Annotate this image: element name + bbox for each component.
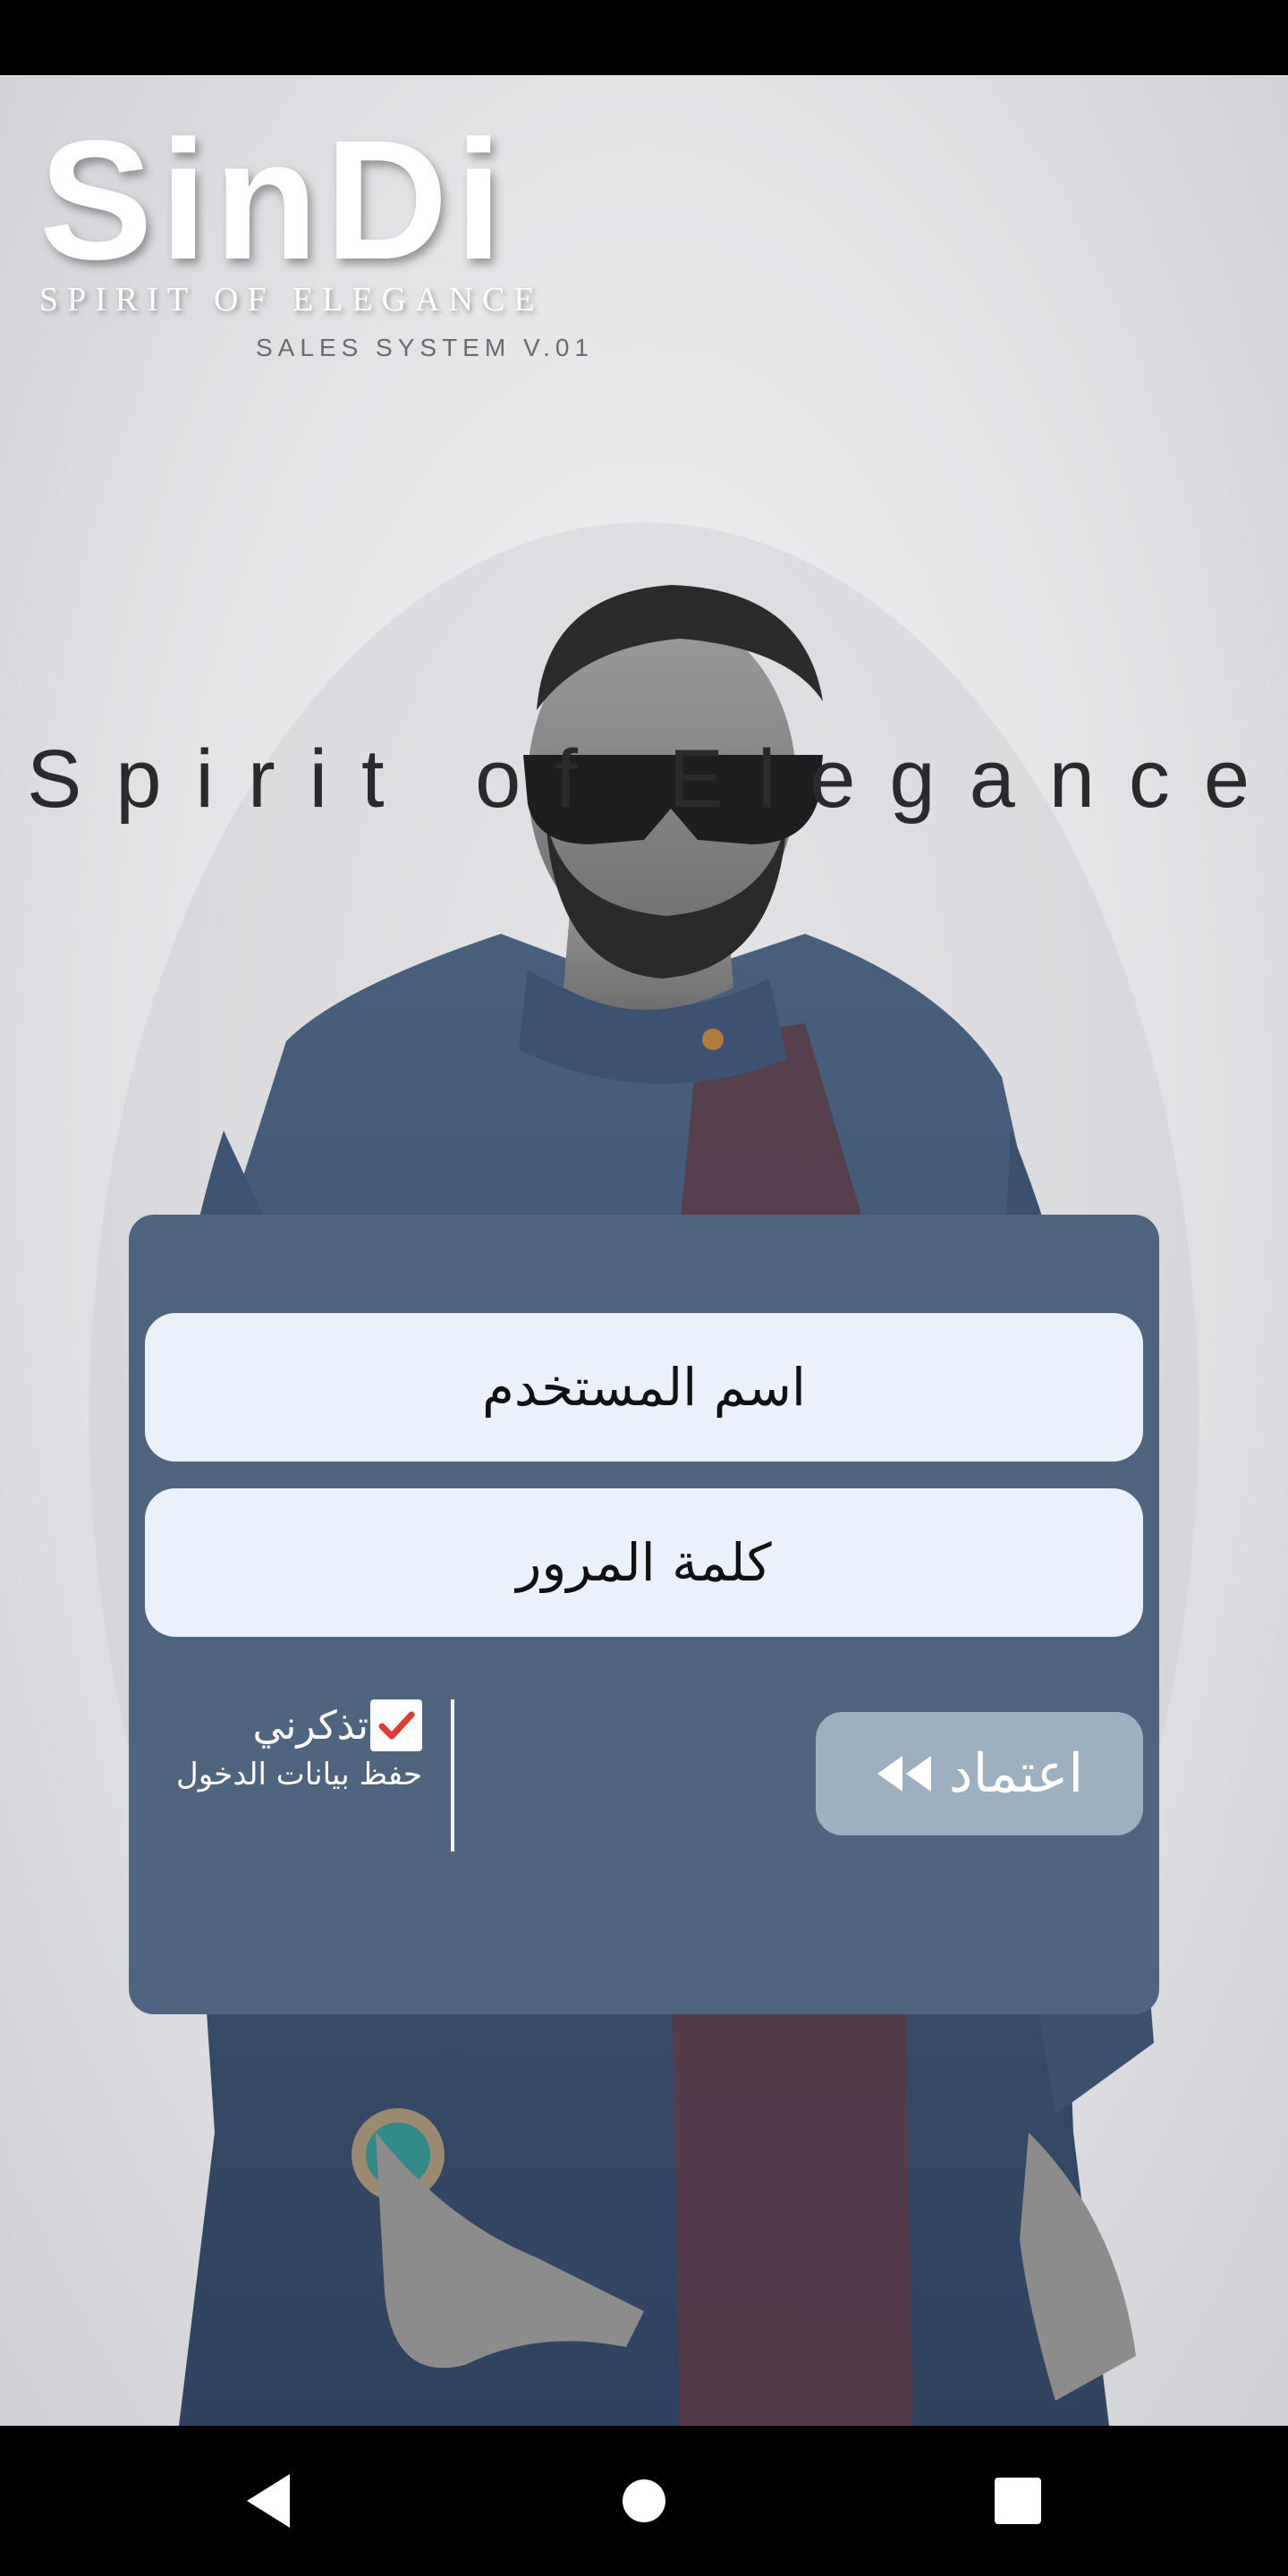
remember-me[interactable]: تذكرني حفظ بيانات الدخول [145, 1699, 454, 1852]
app-version: SALES SYSTEM V.01 [256, 334, 594, 361]
username-field[interactable] [145, 1312, 1143, 1462]
home-circle-icon[interactable] [608, 2465, 680, 2537]
recents-square-icon[interactable] [982, 2465, 1054, 2537]
double-chevron-left-icon [877, 1756, 931, 1792]
checkmark-icon [378, 1711, 415, 1740]
password-input[interactable] [145, 1487, 1143, 1638]
brand-logo: SinDi SPIRIT OF ELEGANCE SALES SYSTEM V.… [39, 106, 612, 362]
divider [451, 1699, 454, 1852]
status-bar [0, 0, 1288, 75]
login-button-label: اعتماد [948, 1742, 1084, 1805]
password-field[interactable] [145, 1487, 1143, 1638]
login-screen: SinDi SPIRIT OF ELEGANCE SALES SYSTEM V.… [0, 75, 1288, 2426]
login-card: تذكرني حفظ بيانات الدخول اعتماد [129, 1215, 1159, 2014]
slogan-text: Spirit of Elegance [27, 733, 1284, 825]
system-nav-bar [0, 2426, 1288, 2576]
logo-tagline: SPIRIT OF ELEGANCE [39, 281, 544, 318]
username-input[interactable] [145, 1312, 1143, 1462]
remember-label: تذكرني [252, 1702, 369, 1749]
login-button[interactable]: اعتماد [816, 1712, 1143, 1835]
back-triangle-icon[interactable] [234, 2465, 306, 2537]
remember-subtitle: حفظ بيانات الدخول [176, 1757, 422, 1792]
logo-wordmark: SinDi [39, 106, 510, 295]
remember-checkbox[interactable] [370, 1699, 422, 1751]
